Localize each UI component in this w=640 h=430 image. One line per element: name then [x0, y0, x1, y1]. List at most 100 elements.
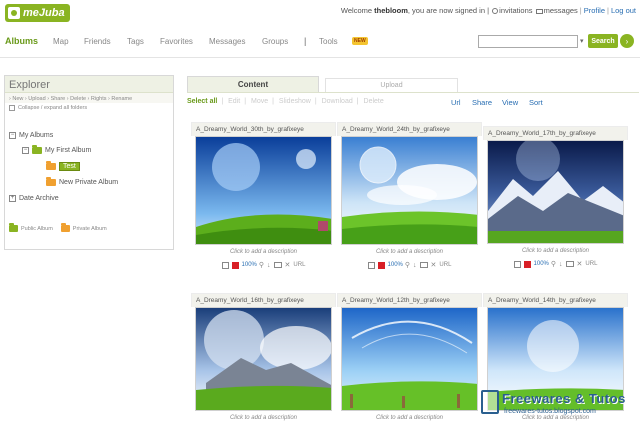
share-button[interactable]: Share: [472, 98, 492, 107]
watermark-logo-icon: [481, 390, 499, 414]
tab-upload[interactable]: Upload: [325, 78, 458, 92]
private-folder-icon: [46, 177, 56, 186]
legend-public: Public Album: [21, 225, 53, 232]
logout-link[interactable]: Log out: [611, 6, 636, 15]
photo-title[interactable]: A_Dreamy_World_17th_by_grafixeye: [483, 126, 628, 140]
photo-card[interactable]: A_Dreamy_World_30th_by_grafixeye Click t…: [191, 122, 336, 269]
delete-x-icon[interactable]: ✕: [577, 260, 583, 268]
search-dropdown-icon[interactable]: ▾: [580, 37, 584, 45]
nav-tools[interactable]: Tools: [319, 37, 338, 46]
explorer-actions[interactable]: › New › Upload › Share › Delete › Rights…: [5, 93, 173, 103]
nav-albums[interactable]: Albums: [5, 36, 38, 46]
private-flag-icon[interactable]: [377, 261, 385, 269]
search-input[interactable]: [478, 35, 578, 48]
tree-test[interactable]: Test: [46, 161, 80, 171]
photo-title[interactable]: A_Dreamy_World_14th_by_grafixeye: [483, 293, 628, 307]
download-button[interactable]: Download: [322, 98, 353, 105]
legend-private: Private Album: [72, 225, 107, 232]
url-button[interactable]: Url: [451, 98, 461, 107]
photo-thumbnail[interactable]: [341, 136, 478, 245]
zoom-percent[interactable]: 100%: [242, 262, 257, 268]
magnifier-icon[interactable]: ⚲: [551, 260, 556, 268]
download-arrow-icon[interactable]: ↓: [267, 262, 271, 269]
public-folder-icon: [32, 145, 42, 154]
magnifier-icon[interactable]: ⚲: [405, 261, 410, 269]
email-icon[interactable]: [565, 261, 574, 267]
download-arrow-icon[interactable]: ↓: [559, 261, 563, 268]
photo-thumbnail[interactable]: [195, 136, 332, 245]
signed-in-text: , you are now signed in |: [407, 6, 490, 15]
messages-icon[interactable]: [535, 8, 543, 14]
photo-card[interactable]: A_Dreamy_World_12th_by_grafixeye Click t…: [337, 293, 482, 421]
edit-button[interactable]: Edit: [228, 98, 240, 105]
expand-icon[interactable]: +: [9, 195, 16, 202]
delete-x-icon[interactable]: ✕: [431, 261, 437, 269]
private-folder-icon: [60, 223, 70, 232]
zoom-percent[interactable]: 100%: [388, 262, 403, 268]
nav-favorites[interactable]: Favorites: [160, 37, 193, 46]
photo-title[interactable]: A_Dreamy_World_16th_by_grafixeye: [191, 293, 336, 307]
profile-link[interactable]: Profile: [584, 6, 605, 15]
nav-tags[interactable]: Tags: [127, 37, 144, 46]
private-flag-icon[interactable]: [523, 260, 531, 268]
mejuba-logo[interactable]: meJuba: [5, 4, 70, 22]
tree-new-private-album[interactable]: New Private Album: [46, 177, 118, 186]
photo-actions: 100% ⚲ ↓ ✕ URL: [337, 261, 482, 269]
nav-groups[interactable]: Groups: [262, 37, 288, 46]
photo-card[interactable]: A_Dreamy_World_24th_by_grafixeye Click t…: [337, 122, 482, 269]
download-arrow-icon[interactable]: ↓: [413, 262, 417, 269]
tree-my-first-album[interactable]: − My First Album: [22, 145, 92, 154]
photo-card[interactable]: A_Dreamy_World_16th_by_grafixeye Click t…: [191, 293, 336, 421]
explorer-panel: Explorer › New › Upload › Share › Delete…: [4, 75, 174, 250]
select-all-button[interactable]: Select all: [187, 98, 217, 105]
delete-button[interactable]: Delete: [364, 98, 384, 105]
sort-button[interactable]: Sort: [529, 98, 543, 107]
select-checkbox[interactable]: [367, 261, 375, 269]
zoom-percent[interactable]: 100%: [534, 261, 549, 267]
collapse-toggle[interactable]: Collapse / expand all folders: [5, 103, 173, 113]
delete-x-icon[interactable]: ✕: [285, 261, 291, 269]
photo-thumbnail[interactable]: [341, 307, 478, 411]
photo-title[interactable]: A_Dreamy_World_12th_by_grafixeye: [337, 293, 482, 307]
move-button[interactable]: Move: [251, 98, 268, 105]
email-icon[interactable]: [419, 262, 428, 268]
select-checkbox[interactable]: [513, 260, 521, 268]
magnifier-icon[interactable]: ⚲: [259, 261, 264, 269]
collapse-checkbox[interactable]: [9, 105, 15, 111]
photo-description[interactable]: Click to add a description: [191, 415, 336, 421]
url-link[interactable]: URL: [439, 262, 451, 268]
invitations-icon[interactable]: [492, 8, 499, 15]
top-bar: meJuba Welcome thebloom, you are now sig…: [0, 0, 640, 28]
photo-description[interactable]: Click to add a description: [191, 249, 336, 255]
photo-title[interactable]: A_Dreamy_World_30th_by_grafixeye: [191, 122, 336, 136]
messages-link[interactable]: messages: [544, 6, 578, 15]
url-link[interactable]: URL: [585, 261, 597, 267]
tree-date-archive[interactable]: + Date Archive: [9, 195, 59, 202]
collapse-icon[interactable]: −: [9, 132, 16, 139]
private-flag-icon[interactable]: [231, 261, 239, 269]
nav-map[interactable]: Map: [53, 37, 69, 46]
tree-label: My First Album: [45, 147, 92, 154]
photo-description[interactable]: Click to add a description: [337, 249, 482, 255]
invitations-link[interactable]: invitations: [499, 6, 532, 15]
photo-description[interactable]: Click to add a description: [483, 248, 628, 254]
nav-friends[interactable]: Friends: [84, 37, 111, 46]
photo-thumbnail[interactable]: [195, 307, 332, 411]
search-button[interactable]: Search: [588, 34, 618, 48]
search-go-icon[interactable]: ›: [620, 34, 634, 48]
nav-messages[interactable]: Messages: [209, 37, 245, 46]
select-checkbox[interactable]: [221, 261, 229, 269]
photo-description[interactable]: Click to add a description: [337, 415, 482, 421]
url-link[interactable]: URL: [293, 262, 305, 268]
tree-label-selected: Test: [59, 162, 80, 171]
slideshow-button[interactable]: Slideshow: [279, 98, 311, 105]
collapse-icon[interactable]: −: [22, 147, 29, 154]
content-toolbar: Select all | Edit | Move | Slideshow | Downl…: [187, 98, 384, 105]
tab-content[interactable]: Content: [187, 76, 319, 92]
photo-card[interactable]: A_Dreamy_World_17th_by_grafixeye Click t…: [483, 126, 628, 268]
photo-title[interactable]: A_Dreamy_World_24th_by_grafixeye: [337, 122, 482, 136]
view-button[interactable]: View: [502, 98, 518, 107]
photo-thumbnail[interactable]: [487, 140, 624, 244]
tree-my-albums[interactable]: − My Albums: [9, 132, 53, 139]
email-icon[interactable]: [273, 262, 282, 268]
